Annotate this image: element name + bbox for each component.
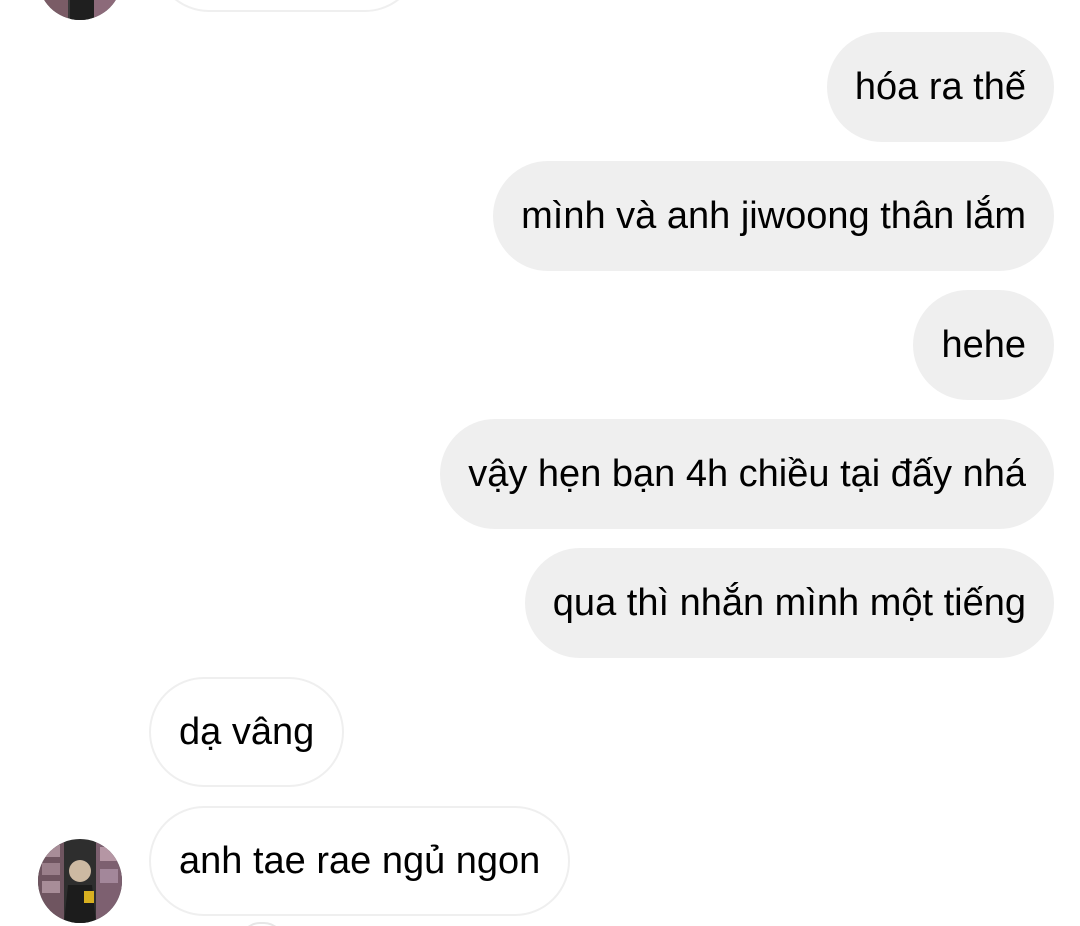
message-text: hóa ra thế	[854, 66, 1026, 108]
message-text: qua thì nhắn mình một tiếng	[552, 582, 1026, 624]
message-bubble-incoming[interactable]: anh tae rae ngủ ngon	[149, 806, 571, 916]
message-bubble-outgoing[interactable]: mình và anh jiwoong thân lắm	[493, 161, 1054, 271]
contact-avatar-top[interactable]	[38, 0, 122, 20]
message-bubble-outgoing[interactable]: hóa ra thế	[826, 32, 1054, 142]
message-bubble-outgoing[interactable]: qua thì nhắn mình một tiếng	[524, 548, 1054, 658]
message-text: anh tae rae ngủ ngon	[179, 840, 541, 882]
message-bubble-partial	[154, 0, 420, 12]
contact-avatar[interactable]	[38, 839, 122, 923]
message-bubble-outgoing[interactable]: hehe	[913, 290, 1054, 400]
avatar-image	[38, 0, 122, 20]
message-bubble-outgoing[interactable]: vậy hẹn bạn 4h chiều tại đấy nhá	[440, 419, 1054, 529]
next-item-partial	[240, 922, 284, 926]
message-text: mình và anh jiwoong thân lắm	[521, 195, 1026, 237]
avatar-image	[38, 839, 122, 923]
message-text: dạ vâng	[179, 711, 315, 753]
message-bubble-incoming[interactable]: dạ vâng	[149, 677, 345, 787]
message-text: vậy hẹn bạn 4h chiều tại đấy nhá	[468, 453, 1026, 495]
message-text: hehe	[941, 324, 1026, 366]
